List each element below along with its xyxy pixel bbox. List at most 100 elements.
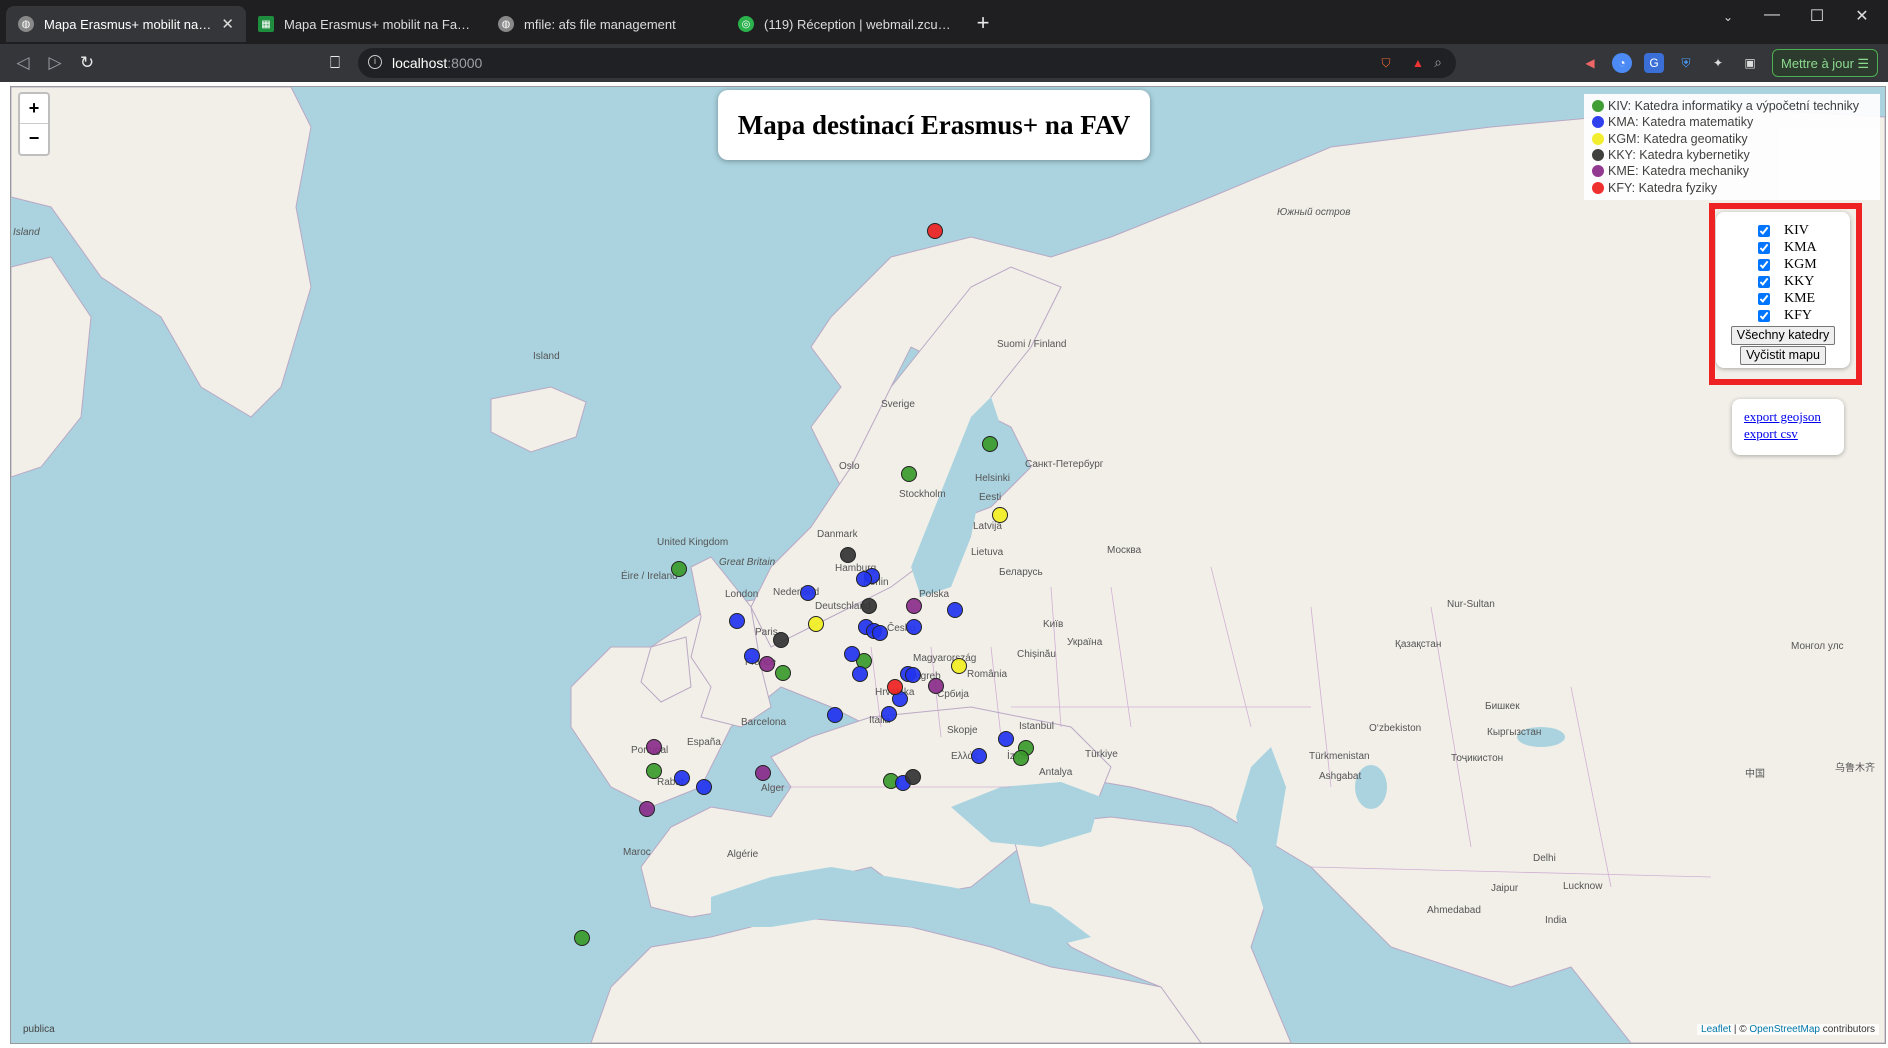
- place-label: España: [687, 737, 721, 748]
- filter-checkbox-kma[interactable]: [1758, 241, 1770, 254]
- place-label: Stockholm: [899, 489, 946, 500]
- place-label: Санкт-Петербург: [1025, 459, 1104, 470]
- filter-checkbox-kiv[interactable]: [1758, 224, 1770, 237]
- brave-rewards-icon[interactable]: ▲: [1408, 53, 1428, 73]
- legend-dot: [1592, 116, 1604, 129]
- all-departments-button[interactable]: Všechny katedry: [1731, 326, 1835, 345]
- place-label: Česko: [887, 623, 916, 634]
- place-label: Nederland: [773, 587, 820, 598]
- info-icon[interactable]: i: [368, 55, 382, 69]
- sheets-icon: ▦: [258, 16, 274, 32]
- export-geojson-link[interactable]: export geojson: [1744, 409, 1821, 425]
- extension-compass-icon[interactable]: ◔: [1612, 53, 1632, 73]
- filter-kfy[interactable]: KFY: [1758, 307, 1812, 324]
- back-arrow-icon[interactable]: ◁: [10, 50, 36, 76]
- place-label: Algérie: [727, 849, 759, 860]
- export-panel: export geojson export csv: [1732, 399, 1844, 455]
- filter-kiv[interactable]: KIV: [1758, 222, 1809, 239]
- filter-label: KIV: [1784, 222, 1809, 238]
- map-title: Mapa destinací Erasmus+ na FAV: [718, 90, 1150, 160]
- url-text: localhost:8000: [392, 55, 483, 71]
- close-icon[interactable]: ✕: [221, 15, 234, 33]
- place-label: Zagreb: [909, 671, 941, 682]
- place-label: Oslo: [839, 461, 860, 472]
- legend-item-kky: KKY: Katedra kybernetiky: [1592, 147, 1880, 163]
- filter-checkbox-kfy[interactable]: [1758, 309, 1770, 322]
- filter-kgm[interactable]: KGM: [1758, 256, 1817, 273]
- place-label: Italia: [869, 715, 891, 726]
- zoom-lens-icon[interactable]: ⌕: [1434, 54, 1442, 71]
- place-label: Южный остров: [1277, 207, 1351, 218]
- legend-dot: [1592, 100, 1604, 113]
- place-label: Ελλάς: [951, 751, 979, 762]
- tab-mfile[interactable]: ◍ mfile: afs file management: [486, 6, 726, 42]
- tab-search-icon[interactable]: ⌄: [1708, 10, 1748, 24]
- zoom-out-button[interactable]: −: [20, 124, 48, 153]
- tab-sheet[interactable]: ▦ Mapa Erasmus+ mobilit na Fakultě ap: [246, 6, 486, 42]
- place-label: Portugal: [631, 745, 669, 756]
- new-tab-plus-icon[interactable]: +: [970, 10, 996, 36]
- map-base: [11, 87, 1885, 1043]
- legend-label: KGM: Katedra geomatiky: [1608, 131, 1748, 146]
- export-csv-link[interactable]: export csv: [1744, 426, 1798, 442]
- mute-icon[interactable]: ◀: [1580, 53, 1600, 73]
- filter-checkbox-kme[interactable]: [1758, 292, 1770, 305]
- reload-icon[interactable]: ↻: [74, 50, 100, 76]
- bitwarden-icon[interactable]: ⛨: [1676, 53, 1696, 73]
- legend-label: KKY: Katedra kybernetiky: [1608, 148, 1750, 163]
- filter-label: KGM: [1784, 256, 1817, 272]
- legend-dot: [1592, 165, 1604, 178]
- legend-label: KIV: Katedra informatiky a výpočetní tec…: [1608, 99, 1860, 114]
- address-bar[interactable]: i localhost:8000 ⌕: [358, 48, 1456, 78]
- update-button[interactable]: Mettre à jour ☰: [1772, 49, 1878, 77]
- puzzle-icon[interactable]: ✦: [1708, 53, 1728, 73]
- legend-dot: [1592, 149, 1604, 162]
- leaflet-link[interactable]: Leaflet: [1701, 1024, 1731, 1035]
- place-label: Москва: [1107, 545, 1142, 556]
- tab-webmail[interactable]: ◎ (119) Réception | webmail.zcu.cz: [726, 6, 966, 42]
- filter-kma[interactable]: KMA: [1758, 239, 1817, 256]
- map-container[interactable]: Island Island Suomi / Finland Sverige Os…: [10, 86, 1886, 1044]
- translate-icon[interactable]: G: [1644, 53, 1664, 73]
- filter-checkbox-kgm[interactable]: [1758, 258, 1770, 271]
- place-label: Sverige: [881, 399, 915, 410]
- place-label: Antalya: [1039, 767, 1073, 778]
- tab-active[interactable]: ◍ Mapa Erasmus+ mobilit na Fakult ✕: [6, 6, 246, 42]
- zoom-control: + −: [18, 92, 50, 156]
- place-label: Skopje: [947, 725, 978, 736]
- browser-toolbar: ◁ ▷ ↻ ⎕ i localhost:8000 ⌕ ⛉ ▲ ◀ ◔ G ⛨ ✦…: [0, 44, 1888, 82]
- zoom-in-button[interactable]: +: [20, 94, 48, 124]
- filter-label: KME: [1784, 290, 1816, 306]
- place-label: Éire / Ireland: [621, 571, 678, 582]
- filter-label: KKY: [1784, 273, 1815, 289]
- wallet-icon[interactable]: ▣: [1740, 53, 1760, 73]
- place-label: France: [745, 657, 777, 668]
- place-label: Nur-Sultan: [1447, 599, 1495, 610]
- maximize-icon[interactable]: ☐: [1797, 6, 1837, 26]
- brave-shield-icon[interactable]: ⛉: [1376, 53, 1396, 73]
- legend-item-kme: KME: Katedra mechaniky: [1592, 163, 1880, 179]
- filter-kky[interactable]: KKY: [1758, 273, 1814, 290]
- legend-label: KMA: Katedra matematiky: [1608, 115, 1754, 130]
- minimize-icon[interactable]: —: [1752, 6, 1792, 24]
- tab-title: Mapa Erasmus+ mobilit na Fakult: [44, 16, 211, 32]
- tab-title: Mapa Erasmus+ mobilit na Fakultě ap: [284, 16, 474, 32]
- place-label: United Kingdom: [657, 537, 729, 548]
- close-window-icon[interactable]: ✕: [1842, 6, 1882, 26]
- place-label: Lietuva: [971, 547, 1004, 558]
- clear-map-button[interactable]: Vyčistit mapu: [1740, 346, 1826, 365]
- place-label: Türkiye: [1085, 749, 1118, 760]
- place-label: Беларусь: [999, 567, 1043, 578]
- place-label: Қазақстан: [1395, 639, 1442, 650]
- place-label: Polska: [919, 589, 950, 600]
- attribution-text: contributors: [1819, 1024, 1875, 1035]
- place-label: İzmir: [1007, 751, 1029, 762]
- osm-link[interactable]: OpenStreetMap: [1749, 1024, 1820, 1035]
- place-label: România: [967, 669, 1008, 680]
- bookmark-icon[interactable]: ⎕: [322, 50, 348, 76]
- filter-checkbox-kky[interactable]: [1758, 275, 1770, 288]
- legend-item-kiv: KIV: Katedra informatiky a výpočetní tec…: [1592, 98, 1880, 114]
- filter-kme[interactable]: KME: [1758, 290, 1815, 307]
- forward-arrow-icon[interactable]: ▷: [42, 50, 68, 76]
- place-label: Helsinki: [975, 473, 1011, 484]
